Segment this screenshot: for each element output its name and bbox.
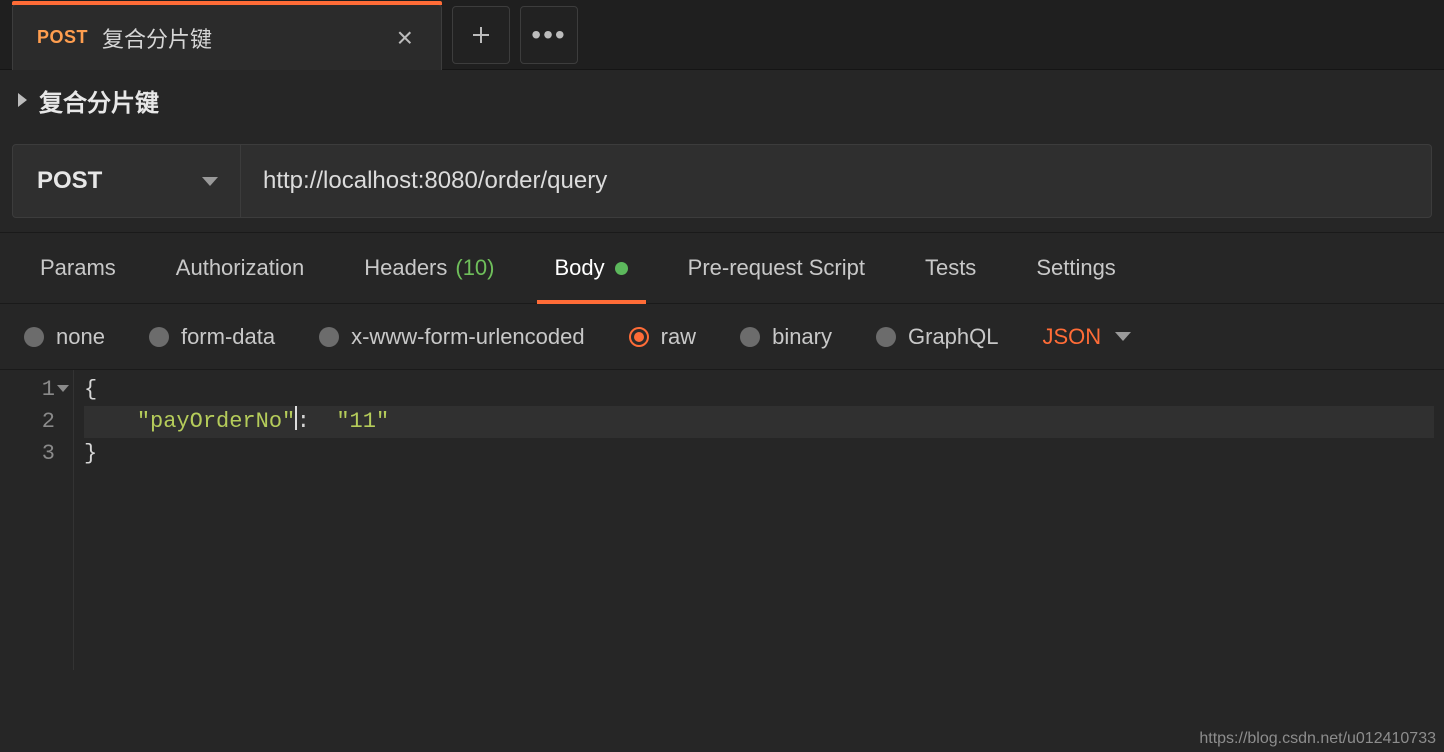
tab-tests[interactable]: Tests	[895, 233, 1006, 303]
editor-code[interactable]: { "payOrderNo": "11" }	[74, 370, 1444, 670]
radio-form-data[interactable]: form-data	[149, 324, 275, 350]
tab-strip: POST 复合分片键 × •••	[0, 0, 1444, 70]
radio-binary-label: binary	[772, 324, 832, 350]
radio-form-data-label: form-data	[181, 324, 275, 350]
radio-none-label: none	[56, 324, 105, 350]
tab-method-badge: POST	[37, 27, 88, 48]
editor-gutter: 1 2 3	[0, 370, 74, 670]
radio-raw-label: raw	[661, 324, 696, 350]
code-value: "11"	[336, 409, 389, 434]
request-subtabs: Params Authorization Headers (10) Body P…	[0, 232, 1444, 304]
fold-icon[interactable]	[57, 385, 69, 392]
tab-body-label: Body	[555, 255, 605, 281]
url-input[interactable]	[241, 145, 1431, 217]
radio-icon	[876, 327, 896, 347]
request-name[interactable]: 复合分片键	[39, 83, 159, 118]
body-lang-select[interactable]: JSON	[1043, 324, 1132, 350]
radio-graphql-label: GraphQL	[908, 324, 999, 350]
tab-headers-label: Headers	[364, 255, 447, 281]
code-brace-open: {	[84, 377, 97, 402]
radio-urlencoded[interactable]: x-www-form-urlencoded	[319, 324, 585, 350]
new-tab-button[interactable]	[452, 6, 510, 64]
body-type-row: none form-data x-www-form-urlencoded raw…	[0, 304, 1444, 370]
tab-settings[interactable]: Settings	[1006, 233, 1146, 303]
method-select[interactable]: POST	[13, 145, 241, 217]
line-number: 3	[0, 438, 55, 470]
radio-graphql[interactable]: GraphQL	[876, 324, 999, 350]
code-colon: :	[297, 409, 310, 434]
line-number: 2	[0, 406, 55, 438]
chevron-down-icon	[202, 177, 218, 186]
radio-icon	[319, 327, 339, 347]
tab-authorization[interactable]: Authorization	[146, 233, 334, 303]
tab-params[interactable]: Params	[10, 233, 146, 303]
tab-headers-count: (10)	[455, 255, 494, 281]
close-icon[interactable]: ×	[393, 22, 417, 54]
url-row: POST	[0, 130, 1444, 232]
code-key: "payOrderNo"	[137, 409, 295, 434]
caret-right-icon[interactable]	[18, 93, 27, 107]
radio-icon	[740, 327, 760, 347]
tab-title: 复合分片键	[102, 22, 393, 54]
body-editor[interactable]: 1 2 3 { "payOrderNo": "11" }	[0, 370, 1444, 670]
plus-icon	[469, 23, 493, 47]
radio-icon	[629, 327, 649, 347]
body-lang-label: JSON	[1043, 324, 1102, 350]
tab-body[interactable]: Body	[525, 233, 658, 303]
watermark: https://blog.csdn.net/u012410733	[1199, 730, 1436, 748]
code-line-2: "payOrderNo": "11"	[84, 406, 1434, 438]
code-brace-close: }	[84, 441, 97, 466]
radio-urlencoded-label: x-www-form-urlencoded	[351, 324, 585, 350]
request-title-row: 复合分片键	[0, 70, 1444, 130]
method-label: POST	[37, 167, 102, 195]
dot-icon	[615, 262, 628, 275]
tab-headers[interactable]: Headers (10)	[334, 233, 524, 303]
line-number: 1	[42, 377, 55, 402]
radio-raw[interactable]: raw	[629, 324, 696, 350]
tab-overflow-button[interactable]: •••	[520, 6, 578, 64]
radio-icon	[149, 327, 169, 347]
chevron-down-icon	[1115, 332, 1131, 341]
url-wrap: POST	[12, 144, 1432, 218]
radio-binary[interactable]: binary	[740, 324, 832, 350]
tab-pre-request[interactable]: Pre-request Script	[658, 233, 895, 303]
request-tab[interactable]: POST 复合分片键 ×	[12, 4, 442, 70]
radio-none[interactable]: none	[24, 324, 105, 350]
radio-icon	[24, 327, 44, 347]
